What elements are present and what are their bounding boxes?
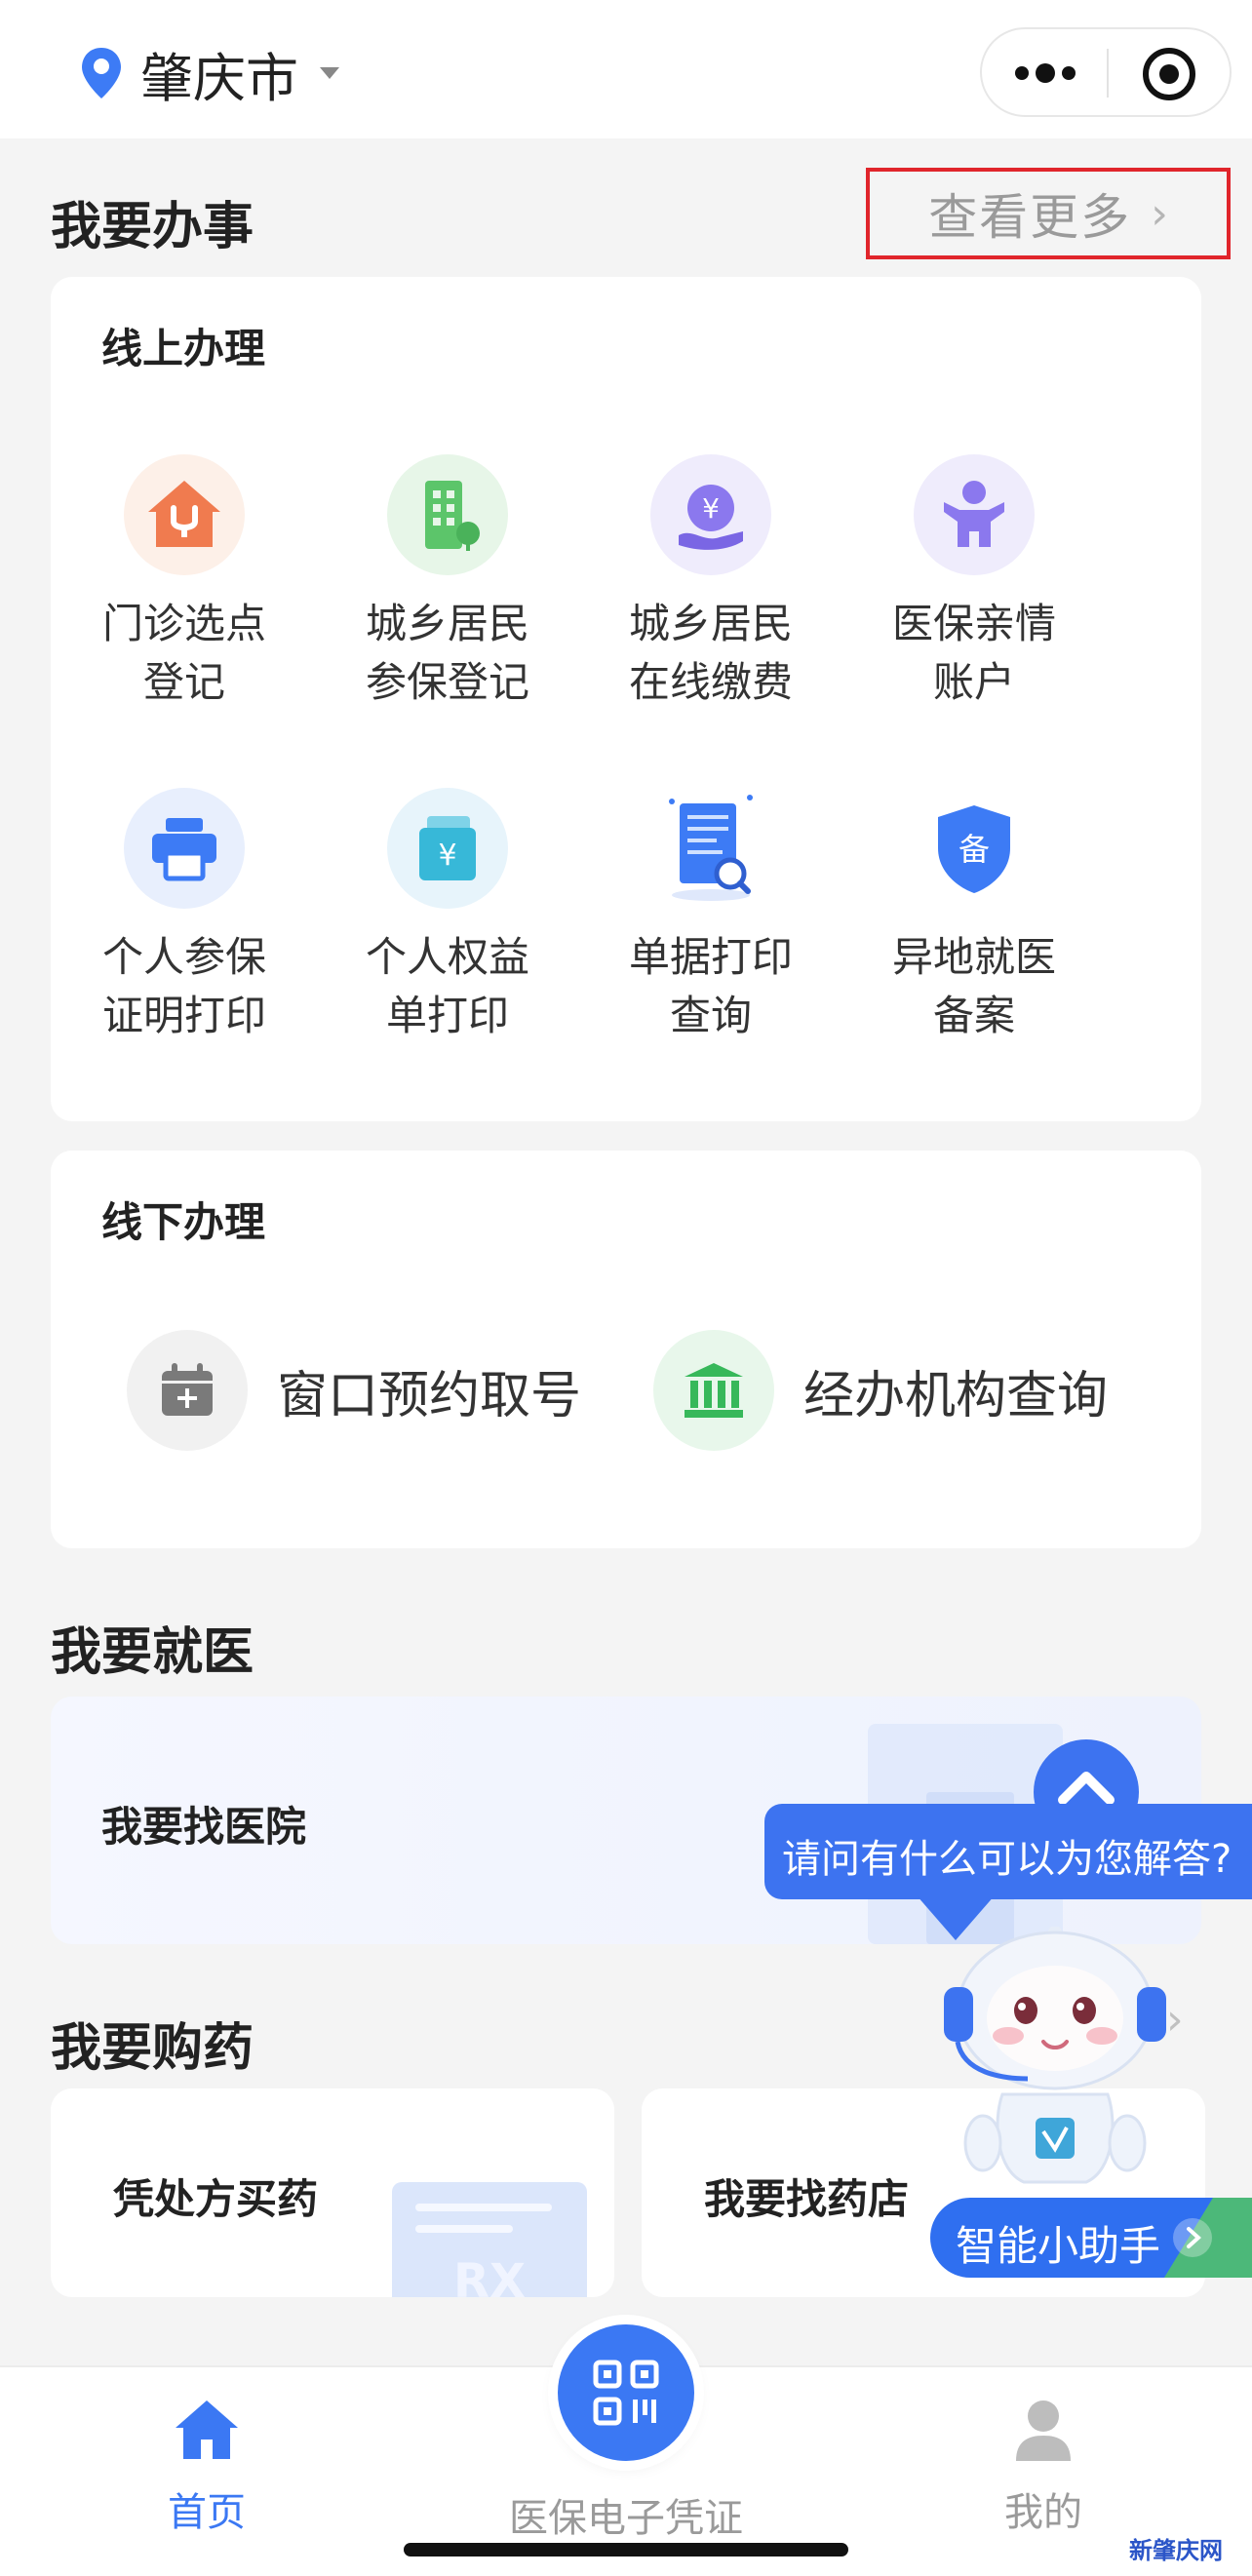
qr-code-button[interactable] (558, 2324, 694, 2461)
prescription-purchase-card[interactable]: RX 凭处方买药 (51, 2088, 614, 2297)
city-selector[interactable]: 肇庆市 (80, 39, 339, 109)
service-label: 单据打印 查询 (628, 933, 793, 1039)
service-label: 城乡居民 在线缴费 (628, 600, 793, 706)
offline-card-title: 线下办理 (101, 1198, 266, 1246)
assistant-bubble-text: 请问有什么可以为您解答? (782, 1837, 1232, 1882)
site-watermark: 新肇庆网 (1129, 2537, 1223, 2564)
window-appointment-button[interactable]: 窗口预约取号 (127, 1330, 581, 1451)
service-receipt-print-query[interactable]: 单据打印 查询 (579, 788, 842, 1045)
caret-down-icon (320, 67, 339, 79)
work-section-title: 我要办事 (51, 198, 254, 256)
see-more-button[interactable]: 查看更多 › (866, 168, 1231, 259)
service-label: 个人权益 单打印 (365, 933, 529, 1039)
drugs-section-title: 我要购药 (51, 2019, 254, 2078)
see-more-label: 查看更多 (928, 189, 1132, 246)
tab-mine-label: 我的 (1004, 2490, 1082, 2535)
assistant-button[interactable]: 智能小助手 (930, 2198, 1252, 2278)
offline-services-card: 线下办理 窗口预约取号 经办机构查询 (51, 1151, 1201, 1548)
tab-voucher[interactable]: 医保电子凭证 (460, 2473, 792, 2543)
wallet-icon: ¥ (387, 788, 508, 909)
medical-section-title: 我要就医 (51, 1623, 254, 1682)
chevron-right-icon: › (1151, 188, 1168, 239)
service-insurance-certificate-print[interactable]: 个人参保 证明打印 (53, 788, 316, 1045)
building-icon (387, 454, 508, 575)
service-remote-medical-filing[interactable]: 备 异地就医 备案 (842, 788, 1106, 1045)
home-indicator (404, 2543, 848, 2556)
service-outpatient-registration[interactable]: 门诊选点 登记 (53, 454, 316, 712)
offline-item-label: 经办机构查询 (803, 1366, 1109, 1425)
tab-home[interactable]: 首页 (109, 2397, 304, 2537)
online-services-card: 线上办理 门诊选点 登记 城乡居民 参保登记 ¥ 城乡居民 在线缴费 医保亲情 … (51, 277, 1201, 1121)
prescription-rx-illustration: RX (392, 2182, 587, 2297)
find-pharmacy-label: 我要找药店 (704, 2175, 910, 2223)
tab-home-label: 首页 (168, 2490, 246, 2535)
record-icon[interactable] (1142, 47, 1196, 101)
city-name: 肇庆市 (140, 47, 298, 109)
chevron-right-icon (1173, 2218, 1212, 2257)
mini-program-capsule (980, 27, 1232, 117)
service-label: 个人参保 证明打印 (101, 933, 266, 1039)
ellipsis-icon[interactable] (1015, 59, 1076, 88)
assistant-robot-mascot[interactable] (934, 1927, 1168, 2190)
home-icon (176, 2400, 238, 2459)
capsule-divider (1107, 49, 1109, 98)
svg-text:RX: RX (453, 2254, 526, 2297)
assistant-label: 智能小助手 (956, 2222, 1161, 2270)
prescription-purchase-label: 凭处方买药 (113, 2175, 319, 2223)
assistant-speech-bubble[interactable]: 请问有什么可以为您解答? (764, 1804, 1252, 1899)
service-label: 门诊选点 登记 (101, 600, 266, 706)
svg-text:¥: ¥ (438, 839, 456, 873)
online-card-title: 线上办理 (101, 325, 266, 372)
svg-text:备: 备 (959, 831, 990, 868)
document-search-icon (650, 788, 771, 909)
top-bar: 肇庆市 (0, 0, 1252, 138)
location-pin-icon (82, 48, 121, 98)
yuan-hand-icon: ¥ (650, 454, 771, 575)
agency-query-button[interactable]: 经办机构查询 (653, 1330, 1108, 1451)
user-icon (1016, 2400, 1071, 2461)
institution-icon (653, 1330, 774, 1451)
service-label: 医保亲情 账户 (891, 600, 1056, 706)
person-icon (914, 454, 1035, 575)
qr-code-icon (593, 2360, 659, 2426)
service-resident-online-payment[interactable]: ¥ 城乡居民 在线缴费 (579, 454, 842, 712)
hospital-house-icon (124, 454, 245, 575)
svg-text:¥: ¥ (702, 492, 720, 525)
find-hospital-label: 我要找医院 (101, 1803, 307, 1851)
service-family-account[interactable]: 医保亲情 账户 (842, 454, 1106, 712)
calendar-icon (127, 1330, 248, 1451)
shield-icon: 备 (914, 788, 1035, 909)
service-label: 异地就医 备案 (891, 933, 1056, 1039)
chevron-right-icon[interactable]: › (1166, 1995, 1184, 2045)
service-label: 城乡居民 参保登记 (365, 600, 529, 706)
tab-voucher-label: 医保电子凭证 (509, 2496, 743, 2541)
tab-mine[interactable]: 我的 (946, 2397, 1141, 2537)
offline-item-label: 窗口预约取号 (277, 1366, 582, 1425)
printer-icon (124, 788, 245, 909)
service-resident-insurance-registration[interactable]: 城乡居民 参保登记 (316, 454, 579, 712)
service-rights-statement-print[interactable]: ¥ 个人权益 单打印 (316, 788, 579, 1045)
